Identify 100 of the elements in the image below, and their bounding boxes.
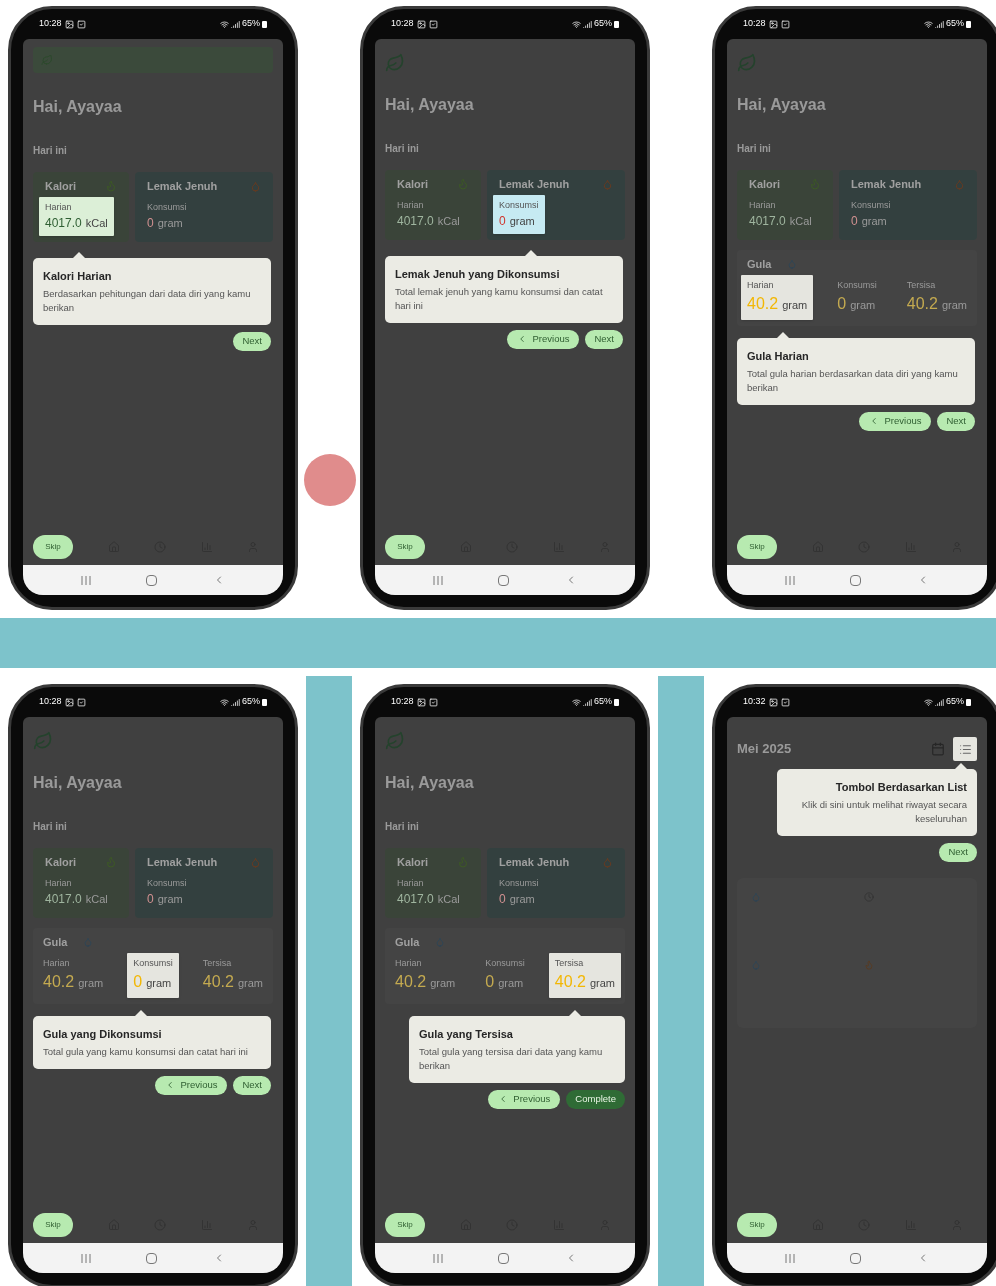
- stat-label: Konsumsi: [499, 198, 539, 212]
- recent-apps-icon[interactable]: [80, 1253, 91, 1263]
- battery-icon: [966, 20, 971, 28]
- complete-button[interactable]: Complete: [566, 1089, 625, 1109]
- card-title: Lemak Jenuh: [499, 855, 570, 870]
- stat-unit: gram: [237, 976, 263, 991]
- drop-icon: [602, 856, 613, 868]
- stat-value: 0: [851, 213, 858, 230]
- signal-icon: [935, 697, 944, 707]
- card-title: Kalori: [397, 855, 429, 870]
- previous-button[interactable]: Previous: [155, 1075, 228, 1095]
- flame-icon: [864, 959, 874, 970]
- check-icon: [428, 697, 438, 707]
- stat-value: 40.2: [43, 972, 75, 992]
- gallery-icon: [416, 19, 426, 29]
- battery-icon: [262, 20, 267, 28]
- status-time: 10:28: [39, 695, 62, 709]
- stat-value: 0: [485, 972, 495, 992]
- stat-unit: kCal: [85, 892, 108, 907]
- wifi-icon: [220, 19, 229, 29]
- gallery-icon: [768, 697, 778, 707]
- skip-button[interactable]: Skip: [385, 535, 425, 559]
- next-button[interactable]: Next: [939, 842, 977, 862]
- skip-button[interactable]: Skip: [737, 535, 777, 559]
- battery-level: 65%: [946, 17, 964, 31]
- greeting: Hai, Ayayaa: [385, 95, 475, 115]
- previous-button[interactable]: Previous: [507, 329, 580, 349]
- battery-icon: [614, 698, 619, 706]
- card-title: Kalori: [749, 177, 781, 192]
- stat-value: 0: [499, 891, 506, 908]
- next-button[interactable]: Next: [233, 331, 271, 351]
- recent-apps-icon[interactable]: [432, 1253, 443, 1263]
- stat-value: 0: [133, 972, 143, 992]
- previous-button[interactable]: Previous: [488, 1089, 561, 1109]
- stat-value: 40.2: [747, 294, 779, 314]
- stat-value: 0: [837, 294, 847, 314]
- list-icon: [958, 742, 972, 756]
- tooltip-text: Total gula harian berdasarkan data diri yang kamu berikan: [747, 366, 959, 395]
- stat-unit: gram: [509, 892, 535, 907]
- stat-unit: kCal: [437, 892, 460, 907]
- stat-value: 40.2: [202, 972, 234, 992]
- battery-icon: [262, 698, 267, 706]
- stat-unit: gram: [146, 976, 172, 991]
- stat-unit: kCal: [789, 214, 812, 229]
- section-title: Hari ini: [385, 142, 420, 156]
- wifi-icon: [572, 19, 581, 29]
- gallery-icon: [64, 697, 74, 707]
- stat-value: 40.2: [906, 294, 938, 314]
- status-time: 10:28: [391, 695, 414, 709]
- stat-unit: gram: [78, 976, 104, 991]
- check-icon: [780, 697, 790, 707]
- section-title: Hari ini: [737, 142, 772, 156]
- card-title: Gula: [395, 935, 420, 950]
- check-icon: [780, 19, 790, 29]
- skip-button[interactable]: Skip: [385, 1213, 425, 1237]
- gallery-icon: [768, 19, 778, 29]
- stat-unit: gram: [157, 216, 183, 231]
- battery-level: 65%: [242, 695, 260, 709]
- tooltip-title: Kalori Harian: [43, 269, 112, 284]
- gallery-icon: [64, 19, 74, 29]
- skip-button[interactable]: Skip: [737, 1213, 777, 1237]
- next-button[interactable]: Next: [585, 329, 623, 349]
- stat-unit: gram: [589, 976, 615, 991]
- list-view-button[interactable]: [953, 737, 977, 761]
- next-button[interactable]: Next: [937, 411, 975, 431]
- tooltip-title: Tombol Berdasarkan List: [835, 780, 967, 795]
- stat-value: 40.2: [554, 972, 586, 992]
- wifi-icon: [924, 697, 933, 707]
- calendar-icon[interactable]: [931, 742, 945, 756]
- recent-apps-icon[interactable]: [80, 575, 91, 585]
- skip-button[interactable]: Skip: [33, 1213, 73, 1237]
- stat-label: Konsumsi: [147, 200, 187, 214]
- signal-icon: [231, 697, 240, 707]
- stat-unit: gram: [941, 298, 967, 313]
- stat-value: 4017.0: [749, 213, 786, 230]
- recent-apps-icon[interactable]: [432, 575, 443, 585]
- tooltip-text: Total gula yang tersisa dari data yang kamu berikan: [419, 1044, 604, 1073]
- skip-button[interactable]: Skip: [33, 535, 73, 559]
- battery-level: 65%: [594, 17, 612, 31]
- stat-label: Harian: [45, 876, 73, 890]
- battery-level: 65%: [594, 695, 612, 709]
- recent-apps-icon[interactable]: [784, 575, 795, 585]
- signal-icon: [935, 19, 944, 29]
- previous-button[interactable]: Previous: [859, 411, 932, 431]
- stat-label: Tersisa: [906, 278, 937, 292]
- stat-label: Harian: [397, 876, 425, 890]
- next-button[interactable]: Next: [233, 1075, 271, 1095]
- gallery-icon: [416, 697, 426, 707]
- status-time: 10:32: [743, 695, 766, 709]
- stat-label: Konsumsi: [499, 876, 539, 890]
- stat-unit: gram: [509, 214, 535, 229]
- card-title: Gula: [747, 257, 772, 272]
- stat-unit: gram: [498, 976, 524, 991]
- month-title: Mei 2025: [737, 740, 792, 759]
- stat-label: Tersisa: [554, 956, 585, 970]
- card-title: Lemak Jenuh: [147, 179, 218, 194]
- drop-icon: [250, 180, 261, 192]
- tooltip-title: Lemak Jenuh yang Dikonsumsi: [395, 267, 560, 282]
- recent-apps-icon[interactable]: [784, 1253, 795, 1263]
- card-title: Kalori: [45, 855, 77, 870]
